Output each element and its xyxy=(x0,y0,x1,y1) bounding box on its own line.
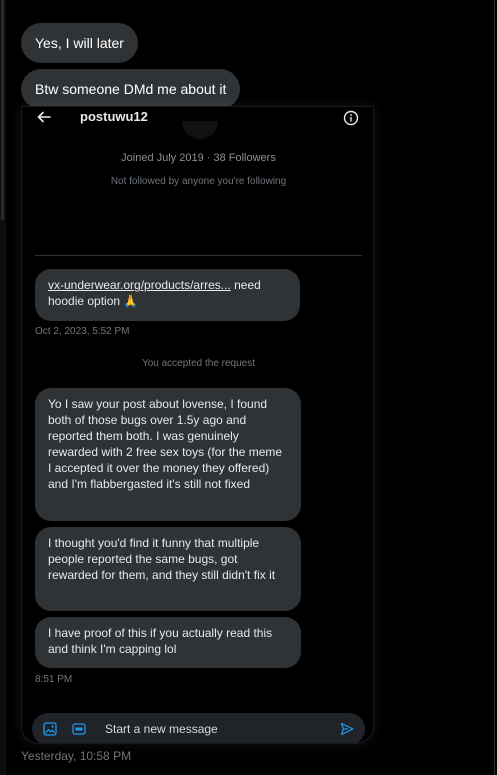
dm-bubble: I have proof of this if you actually rea… xyxy=(35,617,301,668)
avatar xyxy=(182,121,218,139)
profile-not-followed: Not followed by anyone you're following xyxy=(110,176,287,187)
profile-joined: Joined July 2019 · 38 Followers xyxy=(121,152,276,164)
dm-bubble: vx-underwear.org/products/arres... need … xyxy=(35,269,300,321)
dm-timestamp: 8:51 PM xyxy=(35,674,73,685)
scrollbar-thumb[interactable] xyxy=(1,0,4,220)
dm-bubble: Yo I saw your post about lovense, I foun… xyxy=(35,388,301,521)
gif-icon xyxy=(72,723,86,735)
message-bubble[interactable]: Yes, I will later xyxy=(21,23,138,63)
send-icon xyxy=(340,722,354,736)
request-accepted-notice: You accepted the request xyxy=(141,358,256,369)
message-bubble[interactable]: Btw someone DMd me about it xyxy=(21,69,241,109)
screenshot-username: postuwu12 xyxy=(80,109,148,124)
dm-bubble: I thought you'd find it funny that multi… xyxy=(35,527,301,611)
message-input xyxy=(105,720,325,738)
message-timestamp: Yesterday, 10:58 PM xyxy=(21,749,132,763)
divider xyxy=(35,255,362,256)
back-arrow-icon xyxy=(37,111,51,123)
praying-hands-emoji: 🙏 xyxy=(123,294,139,308)
scrollbar-track[interactable] xyxy=(0,0,6,775)
dm-link: vx-underwear.org/products/arres... xyxy=(48,278,231,292)
message-composer xyxy=(32,713,365,743)
media-icon xyxy=(43,722,57,736)
info-icon xyxy=(343,110,359,126)
dm-screenshot-image[interactable]: postuwu12 Joined July 2019 · 38 Follower… xyxy=(21,106,374,744)
dm-timestamp: Oct 2, 2023, 5:52 PM xyxy=(35,326,130,337)
column-divider xyxy=(494,0,495,775)
